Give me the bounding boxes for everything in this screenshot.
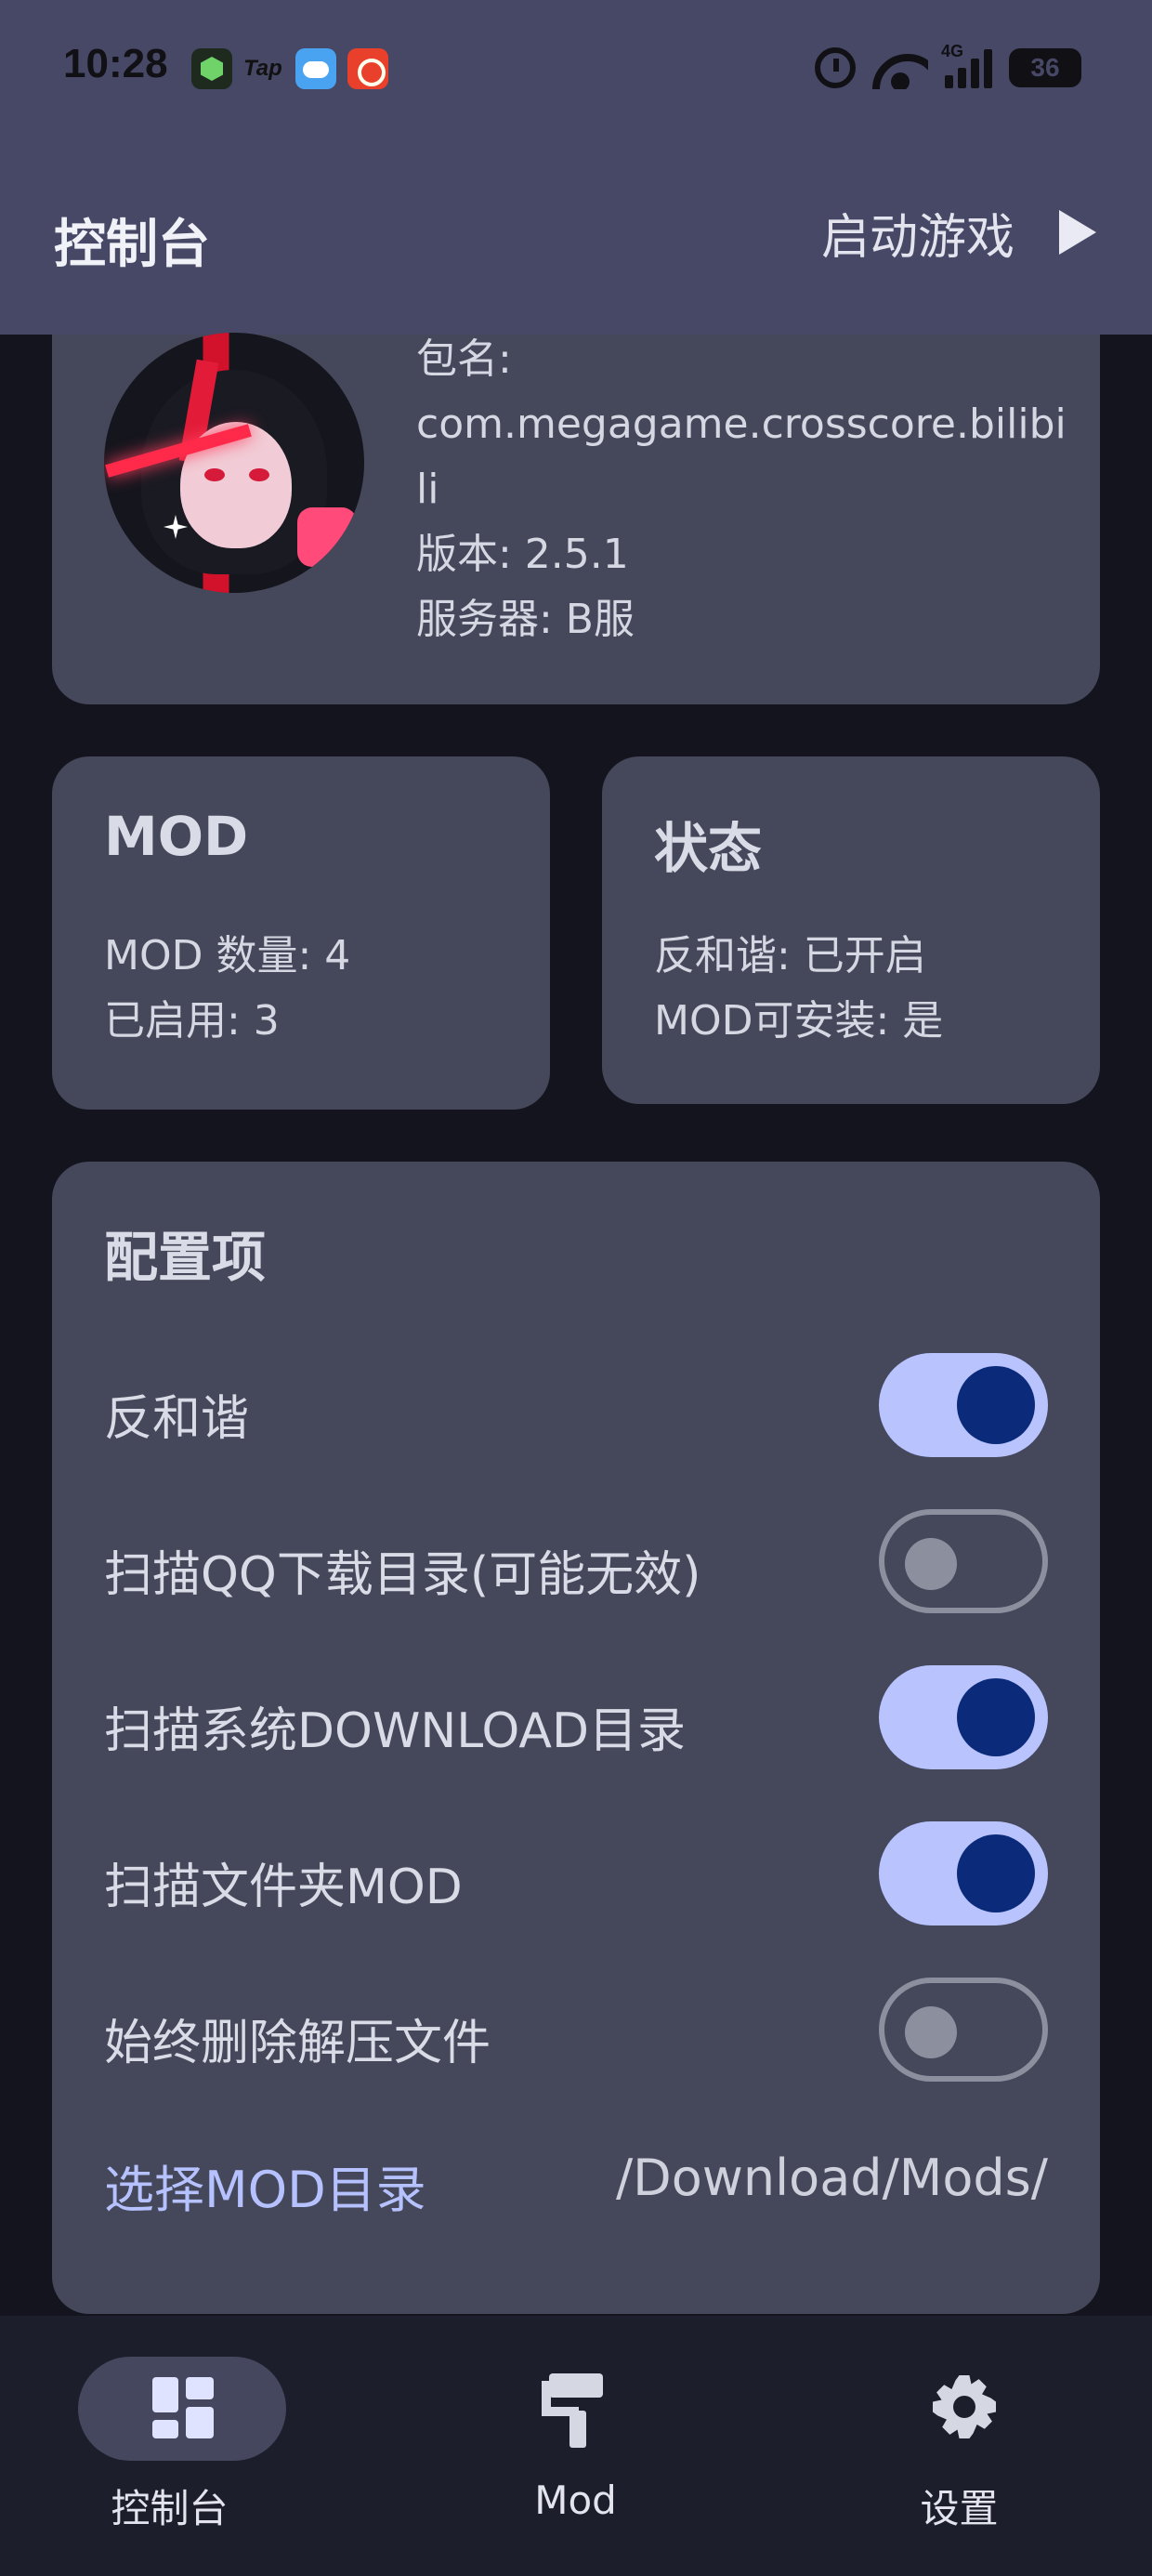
play-icon	[1059, 210, 1096, 255]
status-card-title: 状态	[654, 817, 763, 880]
mod-summary-card: MOD MOD 数量: 4 已启用: 3	[52, 756, 550, 1110]
cube-app-icon	[191, 48, 232, 89]
config-card-title: 配置项	[104, 1226, 267, 1289]
mod-installable-status: MOD可安装: 是	[654, 997, 944, 1045]
game-info-text: 包名: com.megagame.crosscore.bilibili 版本: …	[416, 327, 1067, 652]
mod-enabled-count: 已启用: 3	[104, 997, 280, 1045]
game-server: 服务器: B服	[416, 596, 635, 643]
select-mod-dir-link[interactable]: 选择MOD目录	[104, 2149, 426, 2222]
config-row-scan-qq: 扫描QQ下载目录(可能无效)	[104, 1509, 1048, 1613]
app-bar: 控制台 启动游戏	[0, 177, 1152, 288]
mod-dir-path: /Download/Mods/	[615, 2149, 1048, 2207]
game-version: 版本: 2.5.1	[416, 531, 629, 578]
weather-icon	[295, 48, 336, 89]
nav-label: Mod	[534, 2477, 617, 2523]
battery-icon: 36	[1009, 48, 1081, 87]
config-label: 扫描文件夹MOD	[104, 1860, 463, 1915]
wifi-icon	[872, 46, 928, 89]
red-app-icon	[347, 48, 388, 89]
nav-item-dashboard[interactable]: 控制台	[0, 2316, 384, 2576]
status-time: 10:28	[63, 41, 168, 86]
config-card: 配置项 反和谐 扫描QQ下载目录(可能无效) 扫描系统DOWNLOAD目录 扫描…	[52, 1162, 1100, 2314]
game-avatar	[104, 333, 364, 593]
system-icons: 4G 36	[815, 42, 1081, 93]
status-card: 状态 反和谐: 已开启 MOD可安装: 是	[602, 756, 1100, 1104]
cellular-signal-icon: 4G	[941, 42, 992, 88]
launch-game-label: 启动游戏	[820, 209, 1015, 266]
package-name: com.megagame.crosscore.bilibili	[416, 401, 1067, 513]
scan-folder-mod-toggle[interactable]	[879, 1821, 1048, 1925]
launch-game-button[interactable]: 启动游戏	[821, 195, 1096, 269]
nav-label: 设置	[920, 2486, 999, 2531]
nav-item-mod[interactable]: Mod	[384, 2316, 767, 2576]
network-type: 4G	[941, 42, 964, 60]
anti-harmony-toggle[interactable]	[879, 1353, 1048, 1457]
top-bar: 10:28 Tap 4G 36 控制台 启动游戏	[0, 0, 1152, 335]
page-title: 控制台	[54, 215, 210, 275]
config-label: 扫描系统DOWNLOAD目录	[104, 1703, 687, 1759]
paint-roller-icon	[542, 2373, 607, 2448]
config-label: 始终删除解压文件	[104, 2016, 491, 2071]
nav-label: 控制台	[111, 2486, 229, 2531]
taptap-icon: Tap	[243, 56, 282, 81]
scan-qq-toggle[interactable]	[879, 1509, 1048, 1613]
bottom-navigation: 控制台 Mod 设置	[0, 2316, 1152, 2576]
config-label: 扫描QQ下载目录(可能无效)	[104, 1547, 701, 1603]
config-label: 反和谐	[104, 1391, 250, 1447]
mod-count: MOD 数量: 4	[104, 932, 351, 979]
config-row-scan-download: 扫描系统DOWNLOAD目录	[104, 1665, 1048, 1769]
battery-level: 36	[1030, 53, 1060, 82]
delete-extracted-toggle[interactable]	[879, 1978, 1048, 2082]
dashboard-icon	[152, 2377, 214, 2438]
anti-harmony-status: 反和谐: 已开启	[654, 932, 926, 979]
config-row-scan-folder: 扫描文件夹MOD	[104, 1821, 1048, 1925]
config-row-delete-extracted: 始终删除解压文件	[104, 1978, 1048, 2082]
status-bar: 10:28 Tap 4G 36	[0, 0, 1152, 139]
mod-card-title: MOD	[104, 805, 249, 868]
scan-download-toggle[interactable]	[879, 1665, 1048, 1769]
package-label: 包名:	[416, 335, 512, 383]
nav-item-settings[interactable]: 设置	[767, 2316, 1151, 2576]
alarm-icon	[815, 47, 856, 88]
gear-icon	[933, 2375, 996, 2438]
config-row-anti-harmony: 反和谐	[104, 1353, 1048, 1457]
